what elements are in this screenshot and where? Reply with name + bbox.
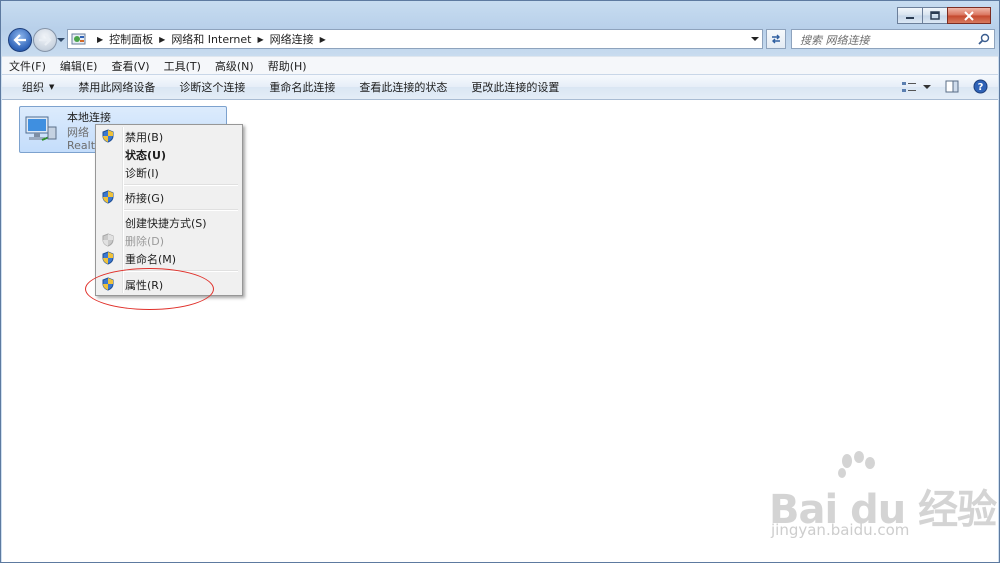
menu-edit[interactable]: 编辑(E): [53, 58, 105, 74]
breadcrumb-item[interactable]: 网络连接: [270, 31, 314, 47]
menu-item-rename[interactable]: 重命名(M): [98, 249, 240, 267]
view-controls: ?: [887, 79, 988, 94]
breadcrumb-separator-icon: ▶: [257, 34, 264, 44]
menu-bar: 文件(F) 编辑(E) 查看(V) 工具(T) 高级(N) 帮助(H): [2, 56, 998, 75]
menu-item-label: 诊断(I): [125, 167, 159, 180]
address-bar[interactable]: ▶ 控制面板 ▶ 网络和 Internet ▶ 网络连接 ▶: [67, 29, 763, 49]
forward-button[interactable]: [33, 28, 57, 52]
preview-pane-button[interactable]: [945, 80, 959, 93]
control-panel-icon: [71, 33, 86, 45]
connection-name: 本地连接: [67, 111, 111, 124]
menu-item-diagnose[interactable]: 诊断(I): [98, 163, 240, 181]
chevron-down-icon[interactable]: [751, 35, 759, 43]
close-button[interactable]: [947, 7, 991, 24]
breadcrumb-separator-icon: ▶: [159, 34, 166, 44]
chevron-down-icon: ▼: [49, 83, 55, 91]
menu-item-disable[interactable]: 禁用(B): [98, 127, 240, 145]
view-status-button[interactable]: 查看此连接的状态: [347, 79, 459, 95]
menu-item-bridge[interactable]: 桥接(G): [98, 188, 240, 206]
breadcrumb-separator-icon: ▶: [319, 34, 326, 44]
menu-item-label: 创建快捷方式(S): [125, 217, 207, 230]
preview-pane-icon: [945, 80, 959, 93]
shield-icon: [102, 129, 114, 143]
svg-text:?: ?: [978, 82, 984, 93]
diagnose-connection-button[interactable]: 诊断这个连接: [167, 79, 257, 95]
refresh-icon: [772, 34, 780, 44]
menu-separator: [124, 209, 238, 211]
change-view-button[interactable]: [901, 80, 931, 94]
chevron-down-icon: [923, 84, 931, 89]
breadcrumb-item[interactable]: 网络和 Internet: [171, 31, 251, 47]
connection-status: 网络: [67, 126, 89, 139]
maximize-button[interactable]: [922, 7, 948, 24]
menu-advanced[interactable]: 高级(N): [208, 58, 261, 74]
explorer-window: ▶ 控制面板 ▶ 网络和 Internet ▶ 网络连接 ▶ 文件(F) 编辑(…: [0, 0, 1000, 563]
network-adapter-icon: [25, 116, 57, 141]
menu-help[interactable]: 帮助(H): [261, 58, 314, 74]
minimize-button[interactable]: [897, 7, 923, 24]
maximize-icon: [930, 11, 940, 20]
arrow-left-icon: [13, 34, 26, 46]
menu-item-create-shortcut[interactable]: 创建快捷方式(S): [98, 213, 240, 231]
menu-item-status[interactable]: 状态(U): [98, 145, 240, 163]
menu-item-delete: 删除(D): [98, 231, 240, 249]
breadcrumb-separator-icon: ▶: [97, 34, 104, 44]
caption-buttons: [897, 7, 991, 24]
menu-item-label: 禁用(B): [125, 131, 164, 144]
menu-file[interactable]: 文件(F): [2, 58, 53, 74]
recent-pages-button[interactable]: [57, 35, 65, 45]
shield-icon: [102, 251, 114, 265]
search-icon[interactable]: [978, 33, 990, 45]
change-settings-button[interactable]: 更改此连接的设置: [459, 79, 571, 95]
menu-item-label: 桥接(G): [125, 192, 165, 205]
chevron-down-icon: [57, 38, 65, 42]
shield-icon: [102, 233, 114, 247]
organize-button[interactable]: 组织 ▼: [2, 79, 66, 95]
disable-device-button[interactable]: 禁用此网络设备: [66, 79, 167, 95]
menu-item-label: 删除(D): [125, 235, 165, 248]
minimize-icon: [906, 16, 914, 19]
highlight-ellipse: [85, 268, 214, 310]
menu-item-label: 重命名(M): [125, 253, 177, 266]
breadcrumb-item[interactable]: 控制面板: [109, 31, 153, 47]
arrow-right-icon: [39, 34, 52, 46]
help-icon: ?: [973, 79, 988, 94]
close-icon: [964, 10, 974, 21]
command-bar: 组织 ▼ 禁用此网络设备 诊断这个连接 重命名此连接 查看此连接的状态 更改此连…: [2, 74, 998, 100]
menu-view[interactable]: 查看(V): [104, 58, 156, 74]
rename-connection-button[interactable]: 重命名此连接: [257, 79, 347, 95]
search-box[interactable]: [791, 29, 995, 49]
help-button[interactable]: ?: [973, 79, 988, 94]
organize-label: 组织: [22, 81, 44, 94]
refresh-button[interactable]: [766, 29, 786, 49]
shield-icon: [102, 190, 114, 204]
menu-tools[interactable]: 工具(T): [157, 58, 208, 74]
search-input[interactable]: [798, 31, 972, 49]
menu-separator: [124, 184, 238, 186]
menu-item-label: 状态(U): [125, 149, 166, 162]
back-button[interactable]: [8, 28, 32, 52]
view-options-icon: [902, 81, 916, 92]
